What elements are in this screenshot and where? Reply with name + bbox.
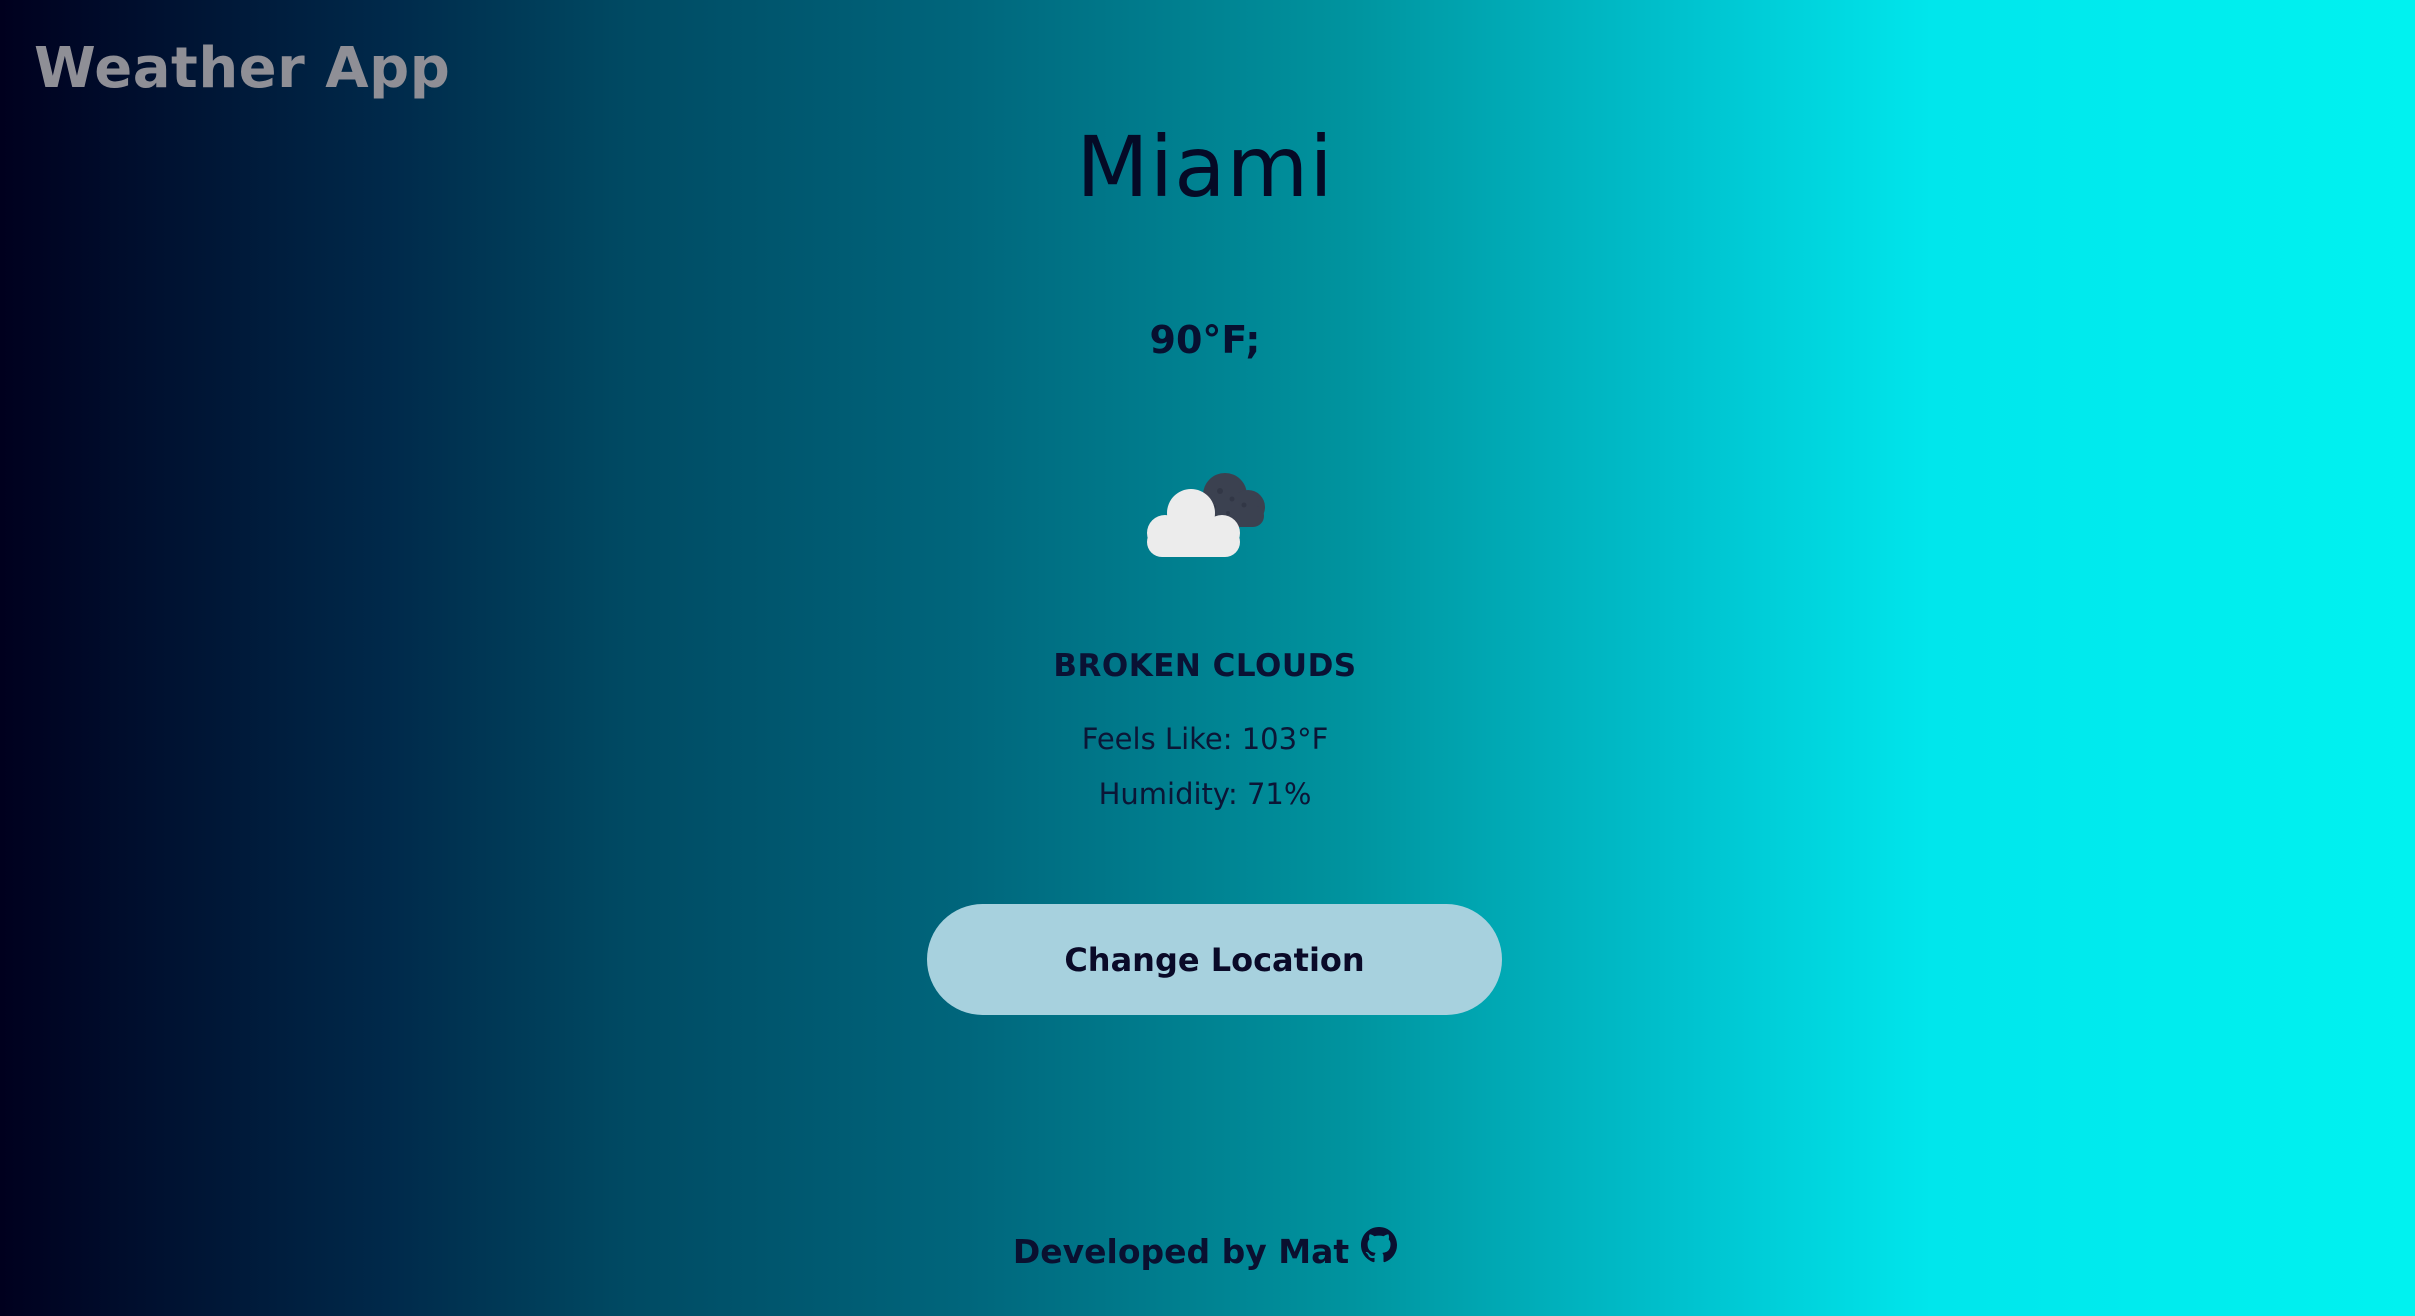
humidity: Humidity: 71%: [1098, 777, 1312, 811]
city-name: Miami: [1076, 118, 1334, 216]
developer-credit: Developed by Mat: [1012, 1232, 1350, 1271]
weather-condition: BROKEN CLOUDS: [1053, 648, 1357, 684]
feels-like: Feels Like: 103°F: [1081, 722, 1329, 756]
weather-card: Miami 90°F; BROKEN CLOUDS Feels Like: 10…: [0, 0, 2415, 1316]
temperature: 90°F;: [1149, 318, 1261, 362]
github-icon[interactable]: [1361, 1226, 1398, 1263]
broken-clouds-icon: [1130, 455, 1280, 565]
footer: Developed by Mat: [0, 1226, 2410, 1271]
change-location-button[interactable]: Change Location: [927, 904, 1502, 1015]
